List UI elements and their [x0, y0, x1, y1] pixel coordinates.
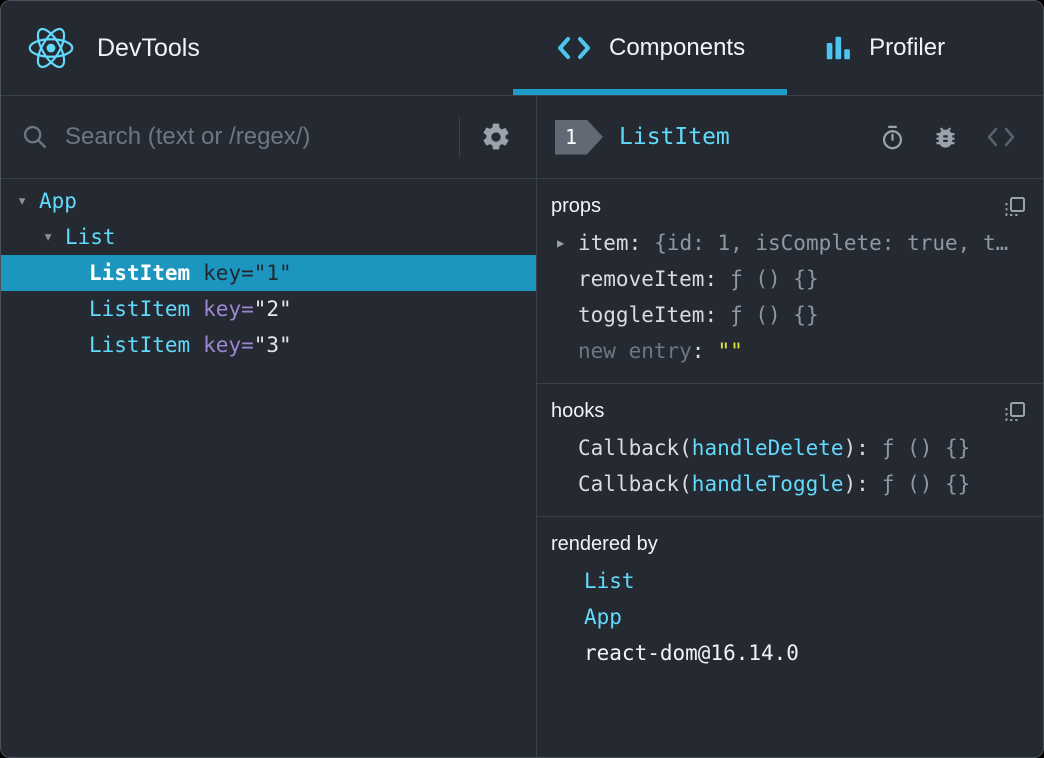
- tree-row-listitem-2[interactable]: ListItem key="2": [1, 291, 536, 327]
- stopwatch-icon: [879, 124, 906, 151]
- settings-button[interactable]: [474, 121, 518, 153]
- component-name: ListItem: [89, 333, 190, 357]
- search-icon: [21, 123, 49, 151]
- hooks-title: hooks: [551, 396, 1027, 426]
- main-split: ▾ App ▾ List ListItem key="1" ListItem k…: [1, 96, 1043, 758]
- hooks-section: hooks Callback(handleDelete):ƒ () {} Cal…: [537, 384, 1043, 517]
- component-name: ListItem: [89, 297, 190, 321]
- brand: DevTools: [1, 1, 513, 95]
- tab-bar: Components Profiler: [513, 1, 971, 95]
- tab-components-label: Components: [609, 34, 745, 62]
- prop-row-new-entry[interactable]: new entry:"": [551, 333, 1027, 369]
- key-attribute: key="2": [203, 297, 292, 321]
- owner-link-list[interactable]: List: [584, 569, 635, 593]
- gear-icon: [480, 121, 512, 153]
- renderer-version: react-dom@16.14.0: [584, 641, 799, 665]
- suspense-toggle-button[interactable]: [873, 124, 912, 151]
- prop-row-item[interactable]: ▶ item:{id: 1, isComplete: true, t…: [551, 225, 1027, 261]
- view-source-button[interactable]: [979, 126, 1023, 148]
- top-bar: DevTools Components: [1, 1, 1043, 96]
- key-attribute: key="1": [203, 261, 292, 285]
- component-name: List: [65, 225, 116, 249]
- bug-icon: [932, 124, 959, 151]
- expand-arrow-icon[interactable]: ▶: [557, 236, 564, 250]
- rendered-by-title: rendered by: [551, 529, 1027, 559]
- code-icon: [985, 126, 1017, 148]
- tree-row-list[interactable]: ▾ List: [1, 219, 536, 255]
- chevron-down-icon[interactable]: ▾: [43, 227, 65, 247]
- copy-icon: [1003, 400, 1027, 424]
- log-component-button[interactable]: [926, 124, 965, 151]
- bar-chart-icon: [823, 33, 853, 63]
- tree-row-app[interactable]: ▾ App: [1, 183, 536, 219]
- owner-link-app[interactable]: App: [584, 605, 622, 629]
- element-badge: 1: [555, 120, 603, 155]
- copy-icon: [1003, 195, 1027, 219]
- copy-hooks-button[interactable]: [1001, 398, 1029, 426]
- rendered-by-item[interactable]: List: [551, 563, 1027, 599]
- devtools-window: DevTools Components: [0, 0, 1044, 758]
- component-tree: ▾ App ▾ List ListItem key="1" ListItem k…: [1, 179, 536, 363]
- react-logo-icon: [27, 25, 75, 71]
- tab-components[interactable]: Components: [513, 1, 787, 95]
- rendered-by-section: rendered by List App react-dom@16.14.0: [537, 517, 1043, 685]
- component-name: App: [39, 189, 77, 213]
- search-bar: [1, 96, 536, 179]
- inspector-actions: [873, 124, 1023, 151]
- hook-row-handletoggle[interactable]: Callback(handleToggle):ƒ () {}: [551, 466, 1027, 502]
- rendered-by-item[interactable]: App: [551, 599, 1027, 635]
- tab-profiler-label: Profiler: [869, 34, 945, 62]
- search-input[interactable]: [63, 122, 445, 152]
- copy-props-button[interactable]: [1001, 193, 1029, 221]
- rendered-by-item: react-dom@16.14.0: [551, 635, 1027, 671]
- component-name: ListItem: [89, 261, 190, 285]
- components-tree-panel: ▾ App ▾ List ListItem key="1" ListItem k…: [1, 96, 537, 758]
- prop-row-removeitem[interactable]: removeItem:ƒ () {}: [551, 261, 1027, 297]
- inspector-panel: 1 ListItem: [537, 96, 1043, 758]
- code-icon: [555, 35, 593, 61]
- app-title: DevTools: [97, 34, 200, 63]
- chevron-down-icon[interactable]: ▾: [17, 191, 39, 211]
- tab-profiler[interactable]: Profiler: [797, 1, 971, 95]
- inspector-header: 1 ListItem: [537, 96, 1043, 179]
- selected-component-name: ListItem: [619, 124, 730, 150]
- key-attribute: key="3": [203, 333, 292, 357]
- prop-row-toggleitem[interactable]: toggleItem:ƒ () {}: [551, 297, 1027, 333]
- tree-row-listitem-3[interactable]: ListItem key="3": [1, 327, 536, 363]
- props-title: props: [551, 191, 1027, 221]
- props-section: props ▶ item:{id: 1, isComplete: true, t…: [537, 179, 1043, 384]
- divider: [459, 116, 460, 158]
- tree-row-listitem-1[interactable]: ListItem key="1": [1, 255, 536, 291]
- hook-row-handledelete[interactable]: Callback(handleDelete):ƒ () {}: [551, 430, 1027, 466]
